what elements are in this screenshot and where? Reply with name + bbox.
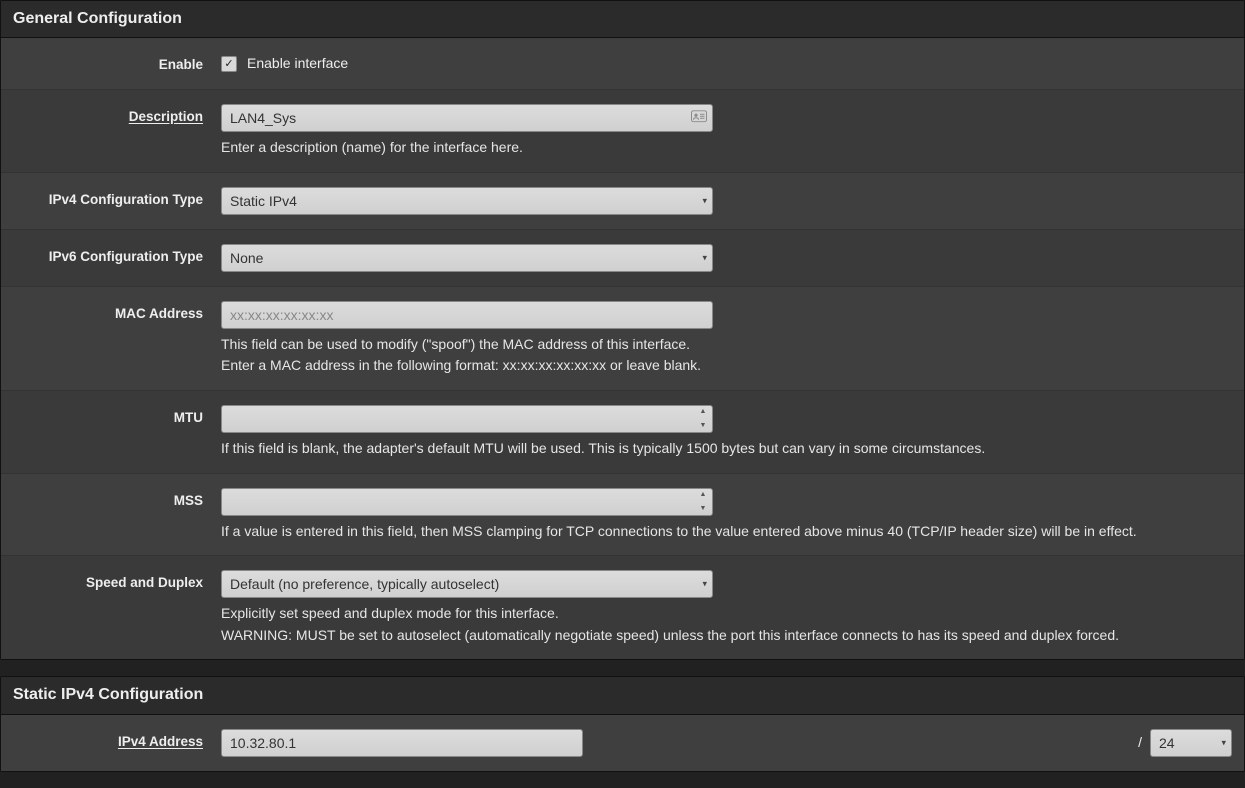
static-ipv4-panel: Static IPv4 Configuration IPv4 Address /… xyxy=(0,676,1245,771)
mac-label: MAC Address xyxy=(13,301,221,324)
slash-separator: / xyxy=(1132,733,1150,753)
general-configuration-panel: General Configuration Enable ✓ Enable in… xyxy=(0,0,1245,660)
ipv4-type-select[interactable] xyxy=(221,187,713,215)
check-icon: ✓ xyxy=(224,57,233,72)
ipv6-type-row: IPv6 Configuration Type ▾ xyxy=(1,230,1244,287)
enable-interface-text: Enable interface xyxy=(247,54,348,74)
ipv4-type-row: IPv4 Configuration Type ▾ xyxy=(1,173,1244,230)
ipv6-type-select[interactable] xyxy=(221,244,713,272)
mtu-label: MTU xyxy=(13,405,221,428)
mac-input[interactable] xyxy=(221,301,713,329)
description-input[interactable] xyxy=(221,104,713,132)
mac-row: MAC Address This field can be used to mo… xyxy=(1,287,1244,391)
speed-label: Speed and Duplex xyxy=(13,570,221,593)
speed-select[interactable] xyxy=(221,570,713,598)
enable-interface-label[interactable]: ✓ Enable interface xyxy=(221,52,1232,74)
speed-help-2: WARNING: MUST be set to autoselect (auto… xyxy=(221,626,1232,646)
ipv4-cidr-select[interactable] xyxy=(1150,729,1232,757)
mtu-help: If this field is blank, the adapter's de… xyxy=(221,439,1232,459)
description-label: Description xyxy=(13,104,221,127)
mtu-input[interactable] xyxy=(221,405,713,433)
ipv4-address-label: IPv4 Address xyxy=(13,729,221,752)
mtu-row: MTU ▲▼ If this field is blank, the adapt… xyxy=(1,391,1244,474)
mss-help: If a value is entered in this field, the… xyxy=(221,522,1232,542)
mss-input[interactable] xyxy=(221,488,713,516)
mss-label: MSS xyxy=(13,488,221,511)
mac-help-2: Enter a MAC address in the following for… xyxy=(221,356,1232,376)
description-help: Enter a description (name) for the inter… xyxy=(221,138,1232,158)
enable-label: Enable xyxy=(13,52,221,75)
mac-help-1: This field can be used to modify ("spoof… xyxy=(221,335,1232,355)
static-ipv4-header: Static IPv4 Configuration xyxy=(1,677,1244,714)
enable-interface-checkbox[interactable]: ✓ xyxy=(221,56,237,72)
general-configuration-header: General Configuration xyxy=(1,1,1244,38)
ipv6-type-label: IPv6 Configuration Type xyxy=(13,244,221,267)
ipv4-address-input[interactable] xyxy=(221,729,583,757)
ipv4-address-row: IPv4 Address / ▾ xyxy=(1,715,1244,771)
speed-row: Speed and Duplex ▾ Explicitly set speed … xyxy=(1,556,1244,659)
mss-row: MSS ▲▼ If a value is entered in this fie… xyxy=(1,474,1244,557)
speed-help-1: Explicitly set speed and duplex mode for… xyxy=(221,604,1232,624)
enable-row: Enable ✓ Enable interface xyxy=(1,38,1244,90)
ipv4-type-label: IPv4 Configuration Type xyxy=(13,187,221,210)
description-row: Description Enter a description (name) f… xyxy=(1,90,1244,173)
